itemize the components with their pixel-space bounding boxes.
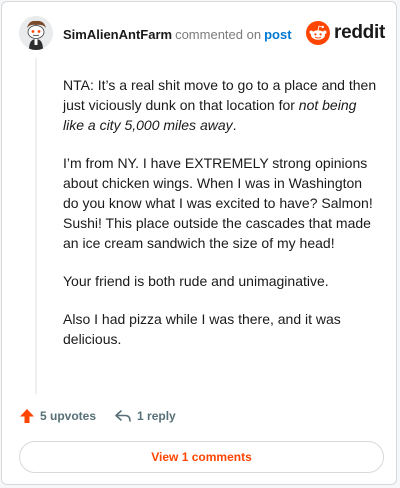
- comment-paragraph-text: .: [232, 117, 237, 133]
- reply-count: 1 reply: [137, 409, 176, 423]
- comment-paragraph: Also I had pizza while I was there, and …: [63, 311, 341, 347]
- comment-paragraph: I’m from NY. I have EXTREMELY strong opi…: [63, 155, 373, 251]
- reply-arrow-icon: [115, 410, 131, 422]
- comment-paragraph: NTA: It’s a real shit move to go to a pl…: [63, 75, 381, 135]
- comment-header: SimAlienAntFarm commented on post reddit: [19, 16, 389, 50]
- reddit-brand[interactable]: reddit: [306, 21, 385, 45]
- thread-line: [35, 58, 37, 394]
- comment-paragraph: Your friend is both rude and unimaginati…: [63, 273, 329, 289]
- reply-button[interactable]: 1 reply: [114, 408, 176, 424]
- comment-embed-card: SimAlienAntFarm commented on post reddit N…: [1, 1, 397, 485]
- reddit-wordmark: reddit: [334, 22, 385, 43]
- upvote-button[interactable]: 5 upvotes: [19, 408, 96, 424]
- comment-action-text: commented on: [175, 27, 262, 42]
- snoo-avatar-icon: [19, 16, 53, 50]
- view-comments-button[interactable]: View 1 comments: [19, 441, 384, 473]
- comment-body: NTA: It’s a real shit move to go to a pl…: [63, 75, 381, 367]
- upvote-arrow-icon: [20, 409, 34, 423]
- reddit-logo-icon: [306, 21, 331, 45]
- upvote-count: 5 upvotes: [40, 409, 97, 423]
- comment-byline: SimAlienAntFarm commented on post: [63, 27, 292, 43]
- post-link[interactable]: post: [264, 27, 291, 42]
- comment-author[interactable]: SimAlienAntFarm: [63, 27, 172, 42]
- comment-footer: 5 upvotes 1 reply: [19, 405, 176, 427]
- user-avatar[interactable]: [19, 16, 53, 50]
